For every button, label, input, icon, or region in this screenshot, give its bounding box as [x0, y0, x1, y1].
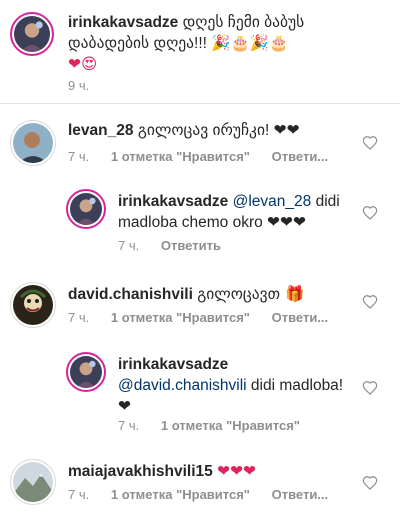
likes-count-link[interactable]: 1 отметка "Нравится": [111, 149, 250, 164]
mention-link[interactable]: @levan_28: [233, 193, 312, 210]
comment-body: გილოცავ ირუჩკი! ❤❤: [137, 122, 300, 139]
timestamp: 7 ч.: [118, 418, 140, 433]
post-caption: irinkakavsadze დღეს ჩემი ბაბუს დაბადების…: [0, 0, 400, 103]
comment-meta: 7 ч. 1 отметка "Нравится" Ответи...: [68, 310, 346, 325]
avatar-image: [13, 123, 53, 163]
heart-outline-icon[interactable]: [362, 135, 378, 151]
reply-button[interactable]: Ответить: [161, 238, 221, 253]
likes-count-link[interactable]: 1 отметка "Нравится": [111, 487, 250, 502]
comment-meta: 7 ч. Ответить: [118, 238, 239, 253]
avatar-image: [70, 193, 102, 225]
comment-text: irinkakavsadze @levan_28 didi madloba ch…: [118, 191, 354, 233]
comment-username[interactable]: levan_28: [68, 122, 134, 139]
comment-row: david.chanishvili გილოცავთ 🎁 7 ч. 1 отме…: [0, 278, 400, 338]
comment-text: david.chanishvili გილოცავთ 🎁: [68, 284, 358, 305]
heart-outline-icon[interactable]: [362, 475, 378, 491]
comment-row: levan_28 გილოცავ ირუჩკი! ❤❤ 7 ч. 1 отмет…: [0, 112, 400, 172]
reply-button[interactable]: Ответи...: [272, 310, 329, 325]
comment-username[interactable]: maiajavakhishvili15: [68, 463, 213, 480]
avatar[interactable]: [10, 120, 56, 166]
comment-text: levan_28 გილოცავ ირუჩკი! ❤❤: [68, 120, 358, 141]
comment-username[interactable]: irinkakavsadze: [118, 193, 228, 210]
timestamp: 9 ч.: [68, 78, 90, 93]
caption-text: irinkakavsadze დღეს ჩემი ბაბუს დაბადების…: [68, 12, 388, 75]
avatar[interactable]: [66, 352, 106, 392]
comment-text: maiajavakhishvili15 ❤❤❤: [68, 461, 358, 482]
divider: [0, 103, 400, 104]
avatar[interactable]: [66, 189, 106, 229]
avatar-image: [13, 285, 53, 325]
avatar[interactable]: [10, 459, 56, 505]
mention-link[interactable]: @david.chanishvili: [118, 377, 247, 394]
heart-outline-icon[interactable]: [362, 205, 378, 221]
timestamp: 7 ч.: [118, 238, 140, 253]
avatar-image: [13, 462, 53, 502]
avatar-image: [14, 16, 50, 52]
reply-button[interactable]: Ответи...: [272, 487, 329, 502]
heart-outline-icon[interactable]: [362, 380, 378, 396]
comment-username[interactable]: david.chanishvili: [68, 286, 193, 303]
timestamp: 7 ч.: [68, 310, 90, 325]
avatar[interactable]: [10, 282, 56, 328]
reply-button[interactable]: Ответи...: [272, 149, 329, 164]
likes-count-link[interactable]: 1 отметка "Нравится": [161, 418, 300, 433]
avatar-image: [70, 356, 102, 388]
comment-username[interactable]: irinkakavsadze: [118, 356, 228, 373]
timestamp: 7 ч.: [68, 149, 90, 164]
comment-body: ❤❤❤: [217, 462, 257, 480]
reply-row: irinkakavsadze @david.chanishvili didi m…: [0, 350, 400, 435]
reply-row: irinkakavsadze @levan_28 didi madloba ch…: [0, 185, 400, 255]
caption-emoji: ❤😍: [68, 55, 98, 73]
comment-meta: 7 ч. 1 отметка "Нравится" Ответи...: [68, 149, 346, 164]
comment-meta: 7 ч. 1 отметка "Нравится": [118, 418, 318, 433]
caption-username[interactable]: irinkakavsadze: [68, 14, 178, 31]
comment-meta: 7 ч. 1 отметка "Нравится" Ответи...: [68, 487, 346, 502]
comment-body: გილოცავთ 🎁: [197, 285, 305, 303]
avatar[interactable]: [10, 12, 54, 56]
comment-row: maiajavakhishvili15 ❤❤❤ 7 ч. 1 отметка "…: [0, 455, 400, 515]
likes-count-link[interactable]: 1 отметка "Нравится": [111, 310, 250, 325]
timestamp: 7 ч.: [68, 487, 90, 502]
comment-text: irinkakavsadze @david.chanishvili didi m…: [118, 354, 354, 417]
comments-screen: irinkakavsadze დღეს ჩემი ბაბუს დაბადების…: [0, 0, 400, 515]
heart-outline-icon[interactable]: [362, 294, 378, 310]
caption-time: 9 ч.: [68, 78, 107, 93]
